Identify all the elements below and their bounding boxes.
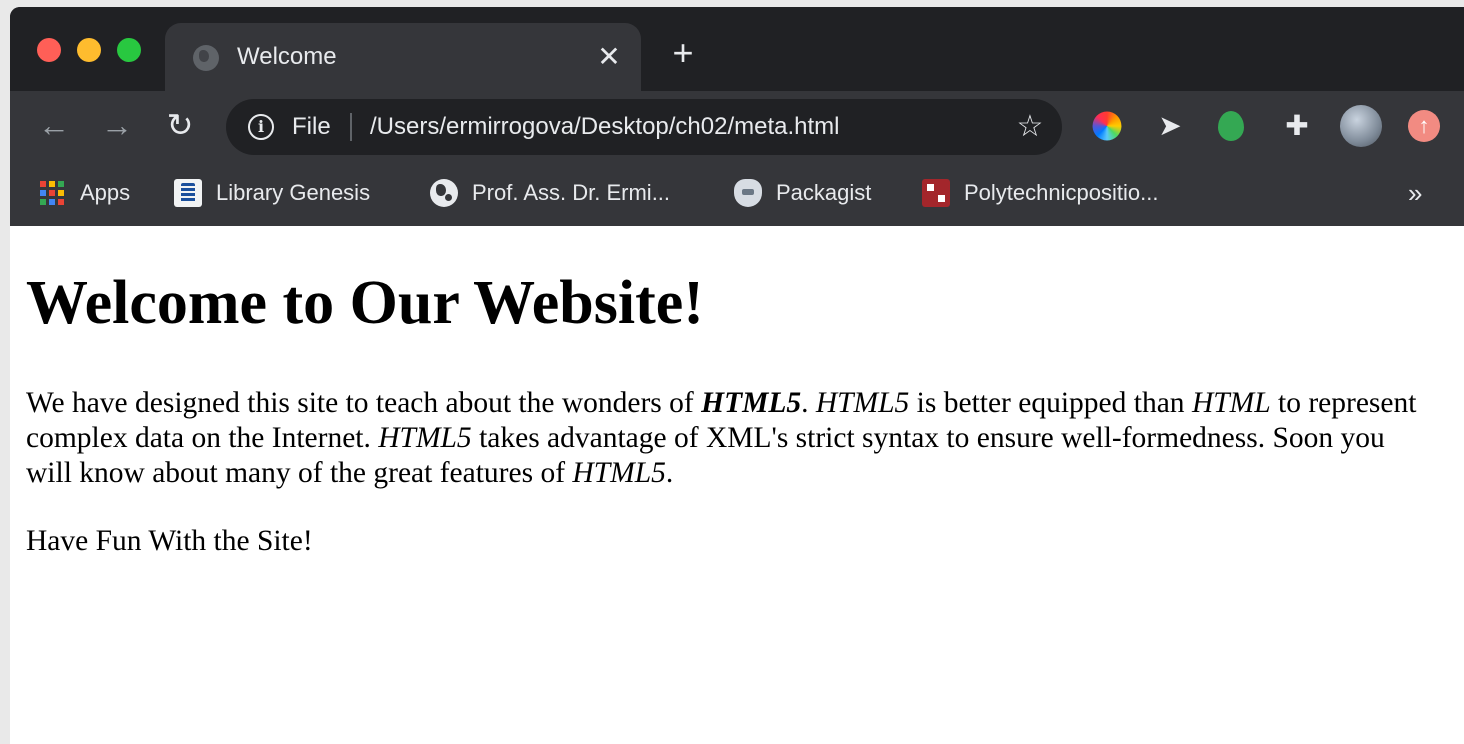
bookmarks-overflow-button[interactable]: » [1408, 177, 1422, 209]
tab-title: Welcome [237, 43, 337, 70]
color-wheel-icon[interactable] [1092, 111, 1122, 141]
library-genesis-icon [174, 179, 202, 207]
green-leaf-icon[interactable] [1218, 111, 1244, 141]
profile-avatar[interactable] [1340, 105, 1382, 147]
text-run: . [801, 387, 816, 419]
text-run: is better equipped than [909, 387, 1192, 419]
text-run: . [665, 457, 674, 489]
polytechnic-icon [922, 179, 950, 207]
apps-grid-icon [38, 179, 66, 207]
bookmark-packagist[interactable]: Packagist [734, 177, 871, 209]
reload-button[interactable]: ↻ [160, 105, 200, 145]
bookmark-label: Apps [80, 180, 131, 205]
page-heading: Welcome to Our Website! [26, 269, 704, 337]
new-tab-button[interactable]: + [665, 35, 701, 73]
globe-icon [430, 179, 458, 207]
page-viewport: Welcome to Our Website! We have designed… [10, 226, 1464, 744]
bookmark-star-icon[interactable]: ☆ [1012, 109, 1048, 145]
cursor-icon[interactable]: ➤ [1153, 109, 1187, 143]
packagist-icon [734, 179, 762, 207]
closing-paragraph: Have Fun With the Site! [26, 525, 313, 557]
close-tab-icon[interactable]: ✕ [593, 41, 625, 73]
intro-paragraph: We have designed this site to teach abou… [26, 386, 1426, 491]
zoom-window-button[interactable] [117, 38, 141, 62]
bookmark-label: Prof. Ass. Dr. Ermi... [472, 180, 671, 205]
forward-button[interactable]: → [97, 105, 137, 145]
minimize-window-button[interactable] [77, 38, 101, 62]
bookmark-apps[interactable]: Apps [38, 177, 130, 209]
tab-strip: Welcome ✕ + [10, 7, 1464, 91]
divider [350, 113, 352, 141]
toolbar: ← → ↻ i File /Users/ermirrogova/Desktop/… [10, 91, 1464, 161]
tab-welcome[interactable]: Welcome ✕ [165, 23, 641, 91]
back-button[interactable]: ← [34, 105, 74, 145]
info-icon[interactable]: i [248, 114, 274, 140]
bookmark-library-genesis[interactable]: Library Genesis [174, 177, 370, 209]
bookmark-polytechnic[interactable]: Polytechnicpositio... [922, 177, 1158, 209]
bookmarks-bar: Apps Library Genesis Prof. Ass. Dr. Ermi… [10, 161, 1464, 226]
update-icon[interactable]: ↑ [1408, 110, 1440, 142]
bookmark-label: Packagist [776, 180, 872, 205]
emphasis-html5: HTML5 [572, 457, 666, 489]
emphasis-html5: HTML5 [701, 387, 802, 419]
bookmark-prof-ermi[interactable]: Prof. Ass. Dr. Ermi... [430, 177, 670, 209]
address-bar[interactable]: i File /Users/ermirrogova/Desktop/ch02/m… [226, 99, 1062, 155]
close-window-button[interactable] [37, 38, 61, 62]
puzzle-icon[interactable]: ✚ [1280, 109, 1314, 143]
globe-icon [193, 45, 219, 71]
emphasis-html5: HTML5 [378, 422, 472, 454]
emphasis-html5: HTML5 [815, 387, 910, 419]
url-text[interactable]: /Users/ermirrogova/Desktop/ch02/meta.htm… [370, 113, 840, 141]
scheme-label: File [292, 113, 331, 140]
bookmark-label: Library Genesis [216, 180, 371, 205]
emphasis-html: HTML [1191, 387, 1271, 419]
bookmark-label: Polytechnicpositio... [964, 180, 1159, 205]
browser-window: Welcome ✕ + ← → ↻ i File /Users/ermirrog… [10, 7, 1464, 744]
text-run: We have designed this site to teach abou… [26, 387, 702, 419]
